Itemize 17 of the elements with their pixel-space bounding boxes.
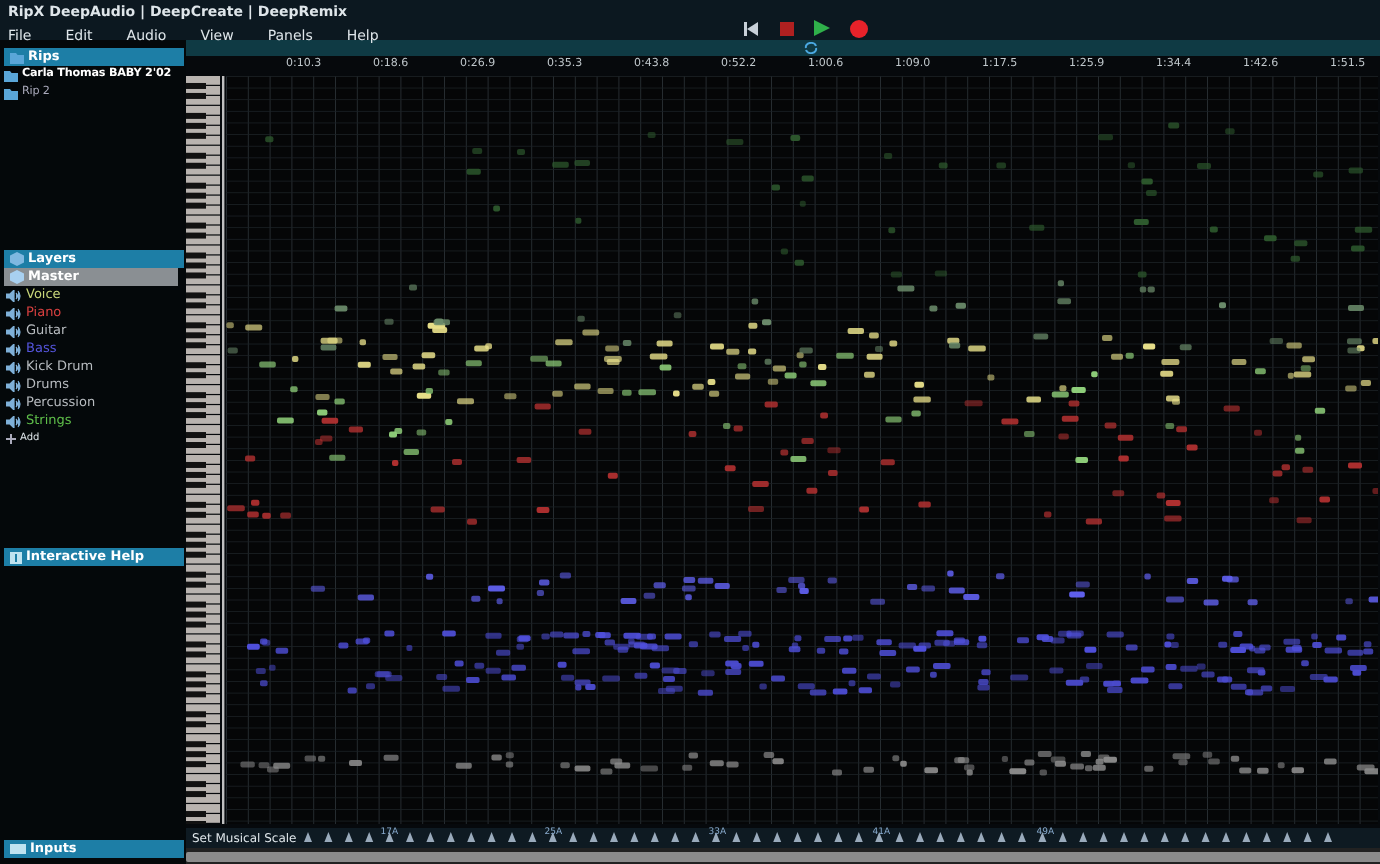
record-button[interactable] — [848, 18, 868, 38]
plus-icon — [6, 434, 16, 444]
rewind-button[interactable] — [740, 18, 760, 38]
info-icon — [10, 551, 22, 563]
play-button[interactable] — [812, 18, 832, 38]
speaker-icon — [6, 397, 22, 409]
scrollbar-thumb[interactable] — [186, 851, 1380, 861]
speaker-icon — [6, 415, 22, 427]
keyboard-icon — [10, 844, 26, 854]
loop-icon[interactable] — [804, 42, 819, 54]
speaker-icon — [6, 325, 22, 337]
speaker-icon — [6, 307, 22, 319]
speaker-icon — [6, 289, 22, 301]
speaker-icon — [6, 343, 22, 355]
stop-button[interactable] — [776, 18, 796, 38]
speaker-icon — [6, 379, 22, 391]
speaker-icon — [6, 361, 22, 373]
